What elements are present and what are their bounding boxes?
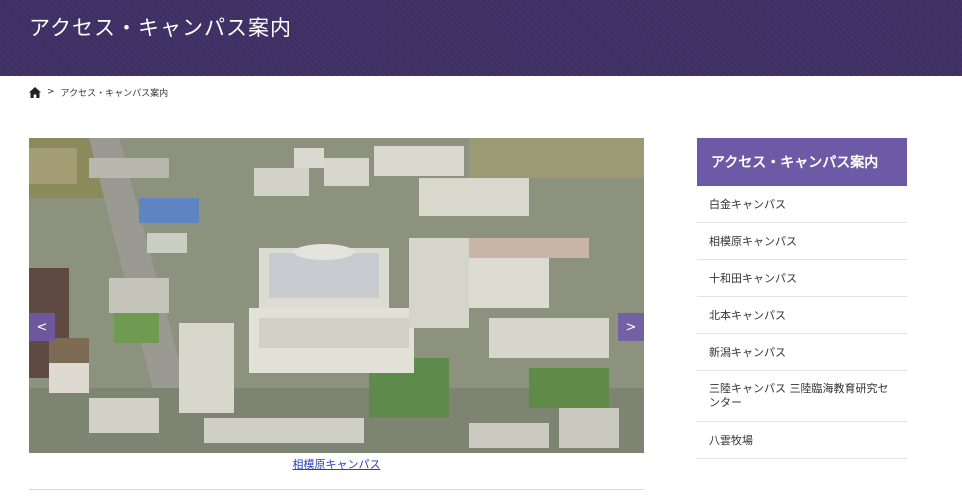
- sidebar-nav: アクセス・キャンパス案内 白金キャンパス 相模原キャンパス 十和田キャンパス 北…: [697, 138, 907, 459]
- sidebar-item-yakumo[interactable]: 八雲牧場: [697, 422, 907, 459]
- content-divider: [29, 489, 644, 490]
- slider-next-button[interactable]: >: [618, 313, 644, 341]
- home-icon[interactable]: [29, 86, 41, 98]
- slider-caption: 相模原キャンパス: [29, 456, 644, 472]
- breadcrumb-separator: >: [47, 87, 55, 97]
- sidebar-title: アクセス・キャンパス案内: [697, 138, 907, 186]
- campus-image-slider: [29, 138, 644, 453]
- page-title: アクセス・キャンパス案内: [29, 16, 292, 40]
- sidebar-item-kitamoto[interactable]: 北本キャンパス: [697, 297, 907, 334]
- campus-aerial-photo: [29, 138, 644, 453]
- slider-caption-link[interactable]: 相模原キャンパス: [293, 458, 381, 471]
- sidebar-item-shirokane[interactable]: 白金キャンパス: [697, 186, 907, 223]
- sidebar-item-niigata[interactable]: 新潟キャンパス: [697, 334, 907, 371]
- breadcrumb: > アクセス・キャンパス案内: [29, 85, 168, 99]
- slider-prev-button[interactable]: <: [29, 313, 55, 341]
- sidebar-item-sanriku[interactable]: 三陸キャンパス 三陸臨海教育研究センター: [697, 371, 907, 422]
- page-header: アクセス・キャンパス案内: [0, 0, 962, 76]
- sidebar-item-towada[interactable]: 十和田キャンパス: [697, 260, 907, 297]
- breadcrumb-current: アクセス・キャンパス案内: [60, 88, 169, 99]
- sidebar-item-sagamihara[interactable]: 相模原キャンパス: [697, 223, 907, 260]
